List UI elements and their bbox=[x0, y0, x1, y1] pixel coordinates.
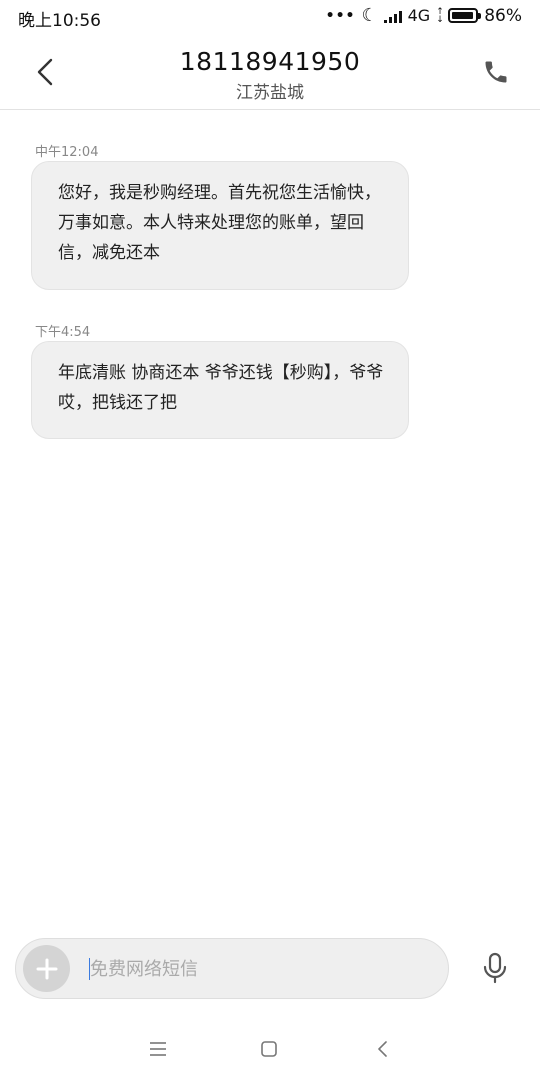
contact-number: 18118941950 bbox=[179, 47, 361, 76]
message-bubble[interactable]: 您好，我是秒购经理。首先祝您生活愉快，万事如意。本人特来处理您的账单，望回信，减… bbox=[31, 161, 409, 290]
message-bubble[interactable]: 年底清账 协商还本 爷爷还钱【秒购】，爷爷哎，把钱还了把 bbox=[31, 341, 409, 439]
battery-icon bbox=[448, 8, 482, 23]
message-timestamp: 中午12:04 bbox=[35, 145, 99, 160]
home-button[interactable] bbox=[249, 1034, 289, 1064]
back-chevron-icon bbox=[378, 1041, 387, 1057]
status-time: 晚上10:56 bbox=[18, 11, 101, 31]
status-bar: 晚上10:56 ••• ☾ 4G ↑ ↓ 86% bbox=[0, 0, 540, 34]
home-square-icon bbox=[261, 1041, 277, 1057]
plus-icon bbox=[36, 958, 57, 979]
call-button[interactable] bbox=[480, 54, 512, 90]
voice-input-button[interactable] bbox=[480, 950, 510, 986]
status-icons: ••• ☾ 4G ↑ ↓ 86% bbox=[326, 5, 522, 26]
signal-icon bbox=[383, 9, 402, 23]
menu-icon bbox=[150, 1042, 166, 1056]
contact-location: 江苏盐城 bbox=[236, 83, 304, 103]
system-navigation-bar bbox=[0, 1020, 540, 1076]
message-input[interactable] bbox=[90, 953, 430, 985]
text-caret bbox=[89, 958, 90, 980]
moon-icon: ☾ bbox=[361, 5, 378, 26]
system-back-button[interactable] bbox=[362, 1034, 402, 1064]
message-composer bbox=[15, 938, 449, 999]
message-timestamp: 下午4:54 bbox=[35, 325, 91, 340]
network-type: 4G bbox=[407, 6, 431, 25]
attach-button[interactable] bbox=[23, 945, 70, 992]
more-notifications-icon: ••• bbox=[325, 7, 356, 24]
phone-icon bbox=[485, 61, 507, 83]
battery-percent: 86% bbox=[484, 5, 522, 26]
network-arrows-icon: ↑ ↓ bbox=[436, 6, 444, 25]
sms-conversation-screen: 晚上10:56 ••• ☾ 4G ↑ ↓ 86% 18118941950 江苏盐城 bbox=[0, 0, 540, 1080]
conversation-header: 18118941950 江苏盐城 bbox=[0, 34, 540, 110]
recent-apps-button[interactable] bbox=[138, 1034, 178, 1064]
microphone-icon bbox=[483, 952, 507, 984]
